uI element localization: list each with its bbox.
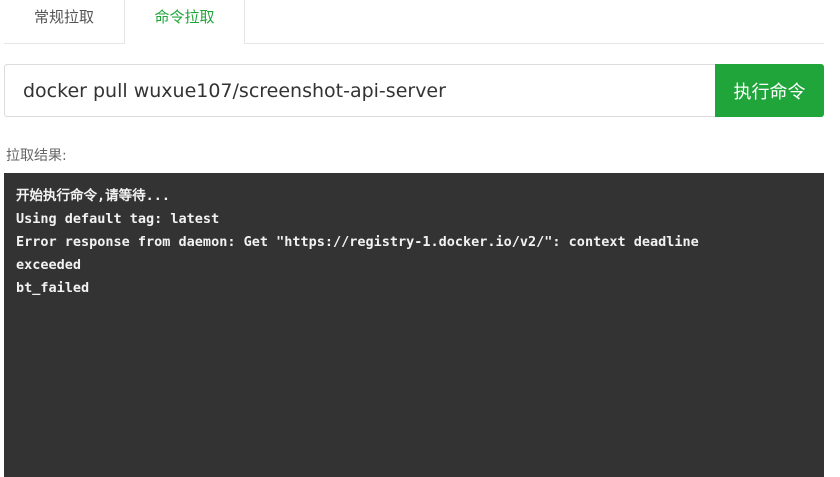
output-line: 开始执行命令,请等待... xyxy=(16,188,171,204)
tab-bar: 常规拉取 命令拉取 xyxy=(4,0,824,44)
output-line: exceeded xyxy=(16,257,82,273)
result-output-panel: 开始执行命令,请等待... Using default tag: latest … xyxy=(4,173,824,477)
output-line: Error response from daemon: Get "https:/… xyxy=(16,234,699,250)
command-row: 执行命令 xyxy=(4,64,824,117)
tab-command-pull[interactable]: 命令拉取 xyxy=(124,0,245,44)
output-line: bt_failed xyxy=(16,280,90,296)
command-input[interactable] xyxy=(4,64,716,117)
output-line: Using default tag: latest xyxy=(16,211,220,227)
execute-command-button[interactable]: 执行命令 xyxy=(715,64,824,117)
tab-regular-pull[interactable]: 常规拉取 xyxy=(4,0,124,43)
result-label: 拉取结果: xyxy=(6,148,67,164)
